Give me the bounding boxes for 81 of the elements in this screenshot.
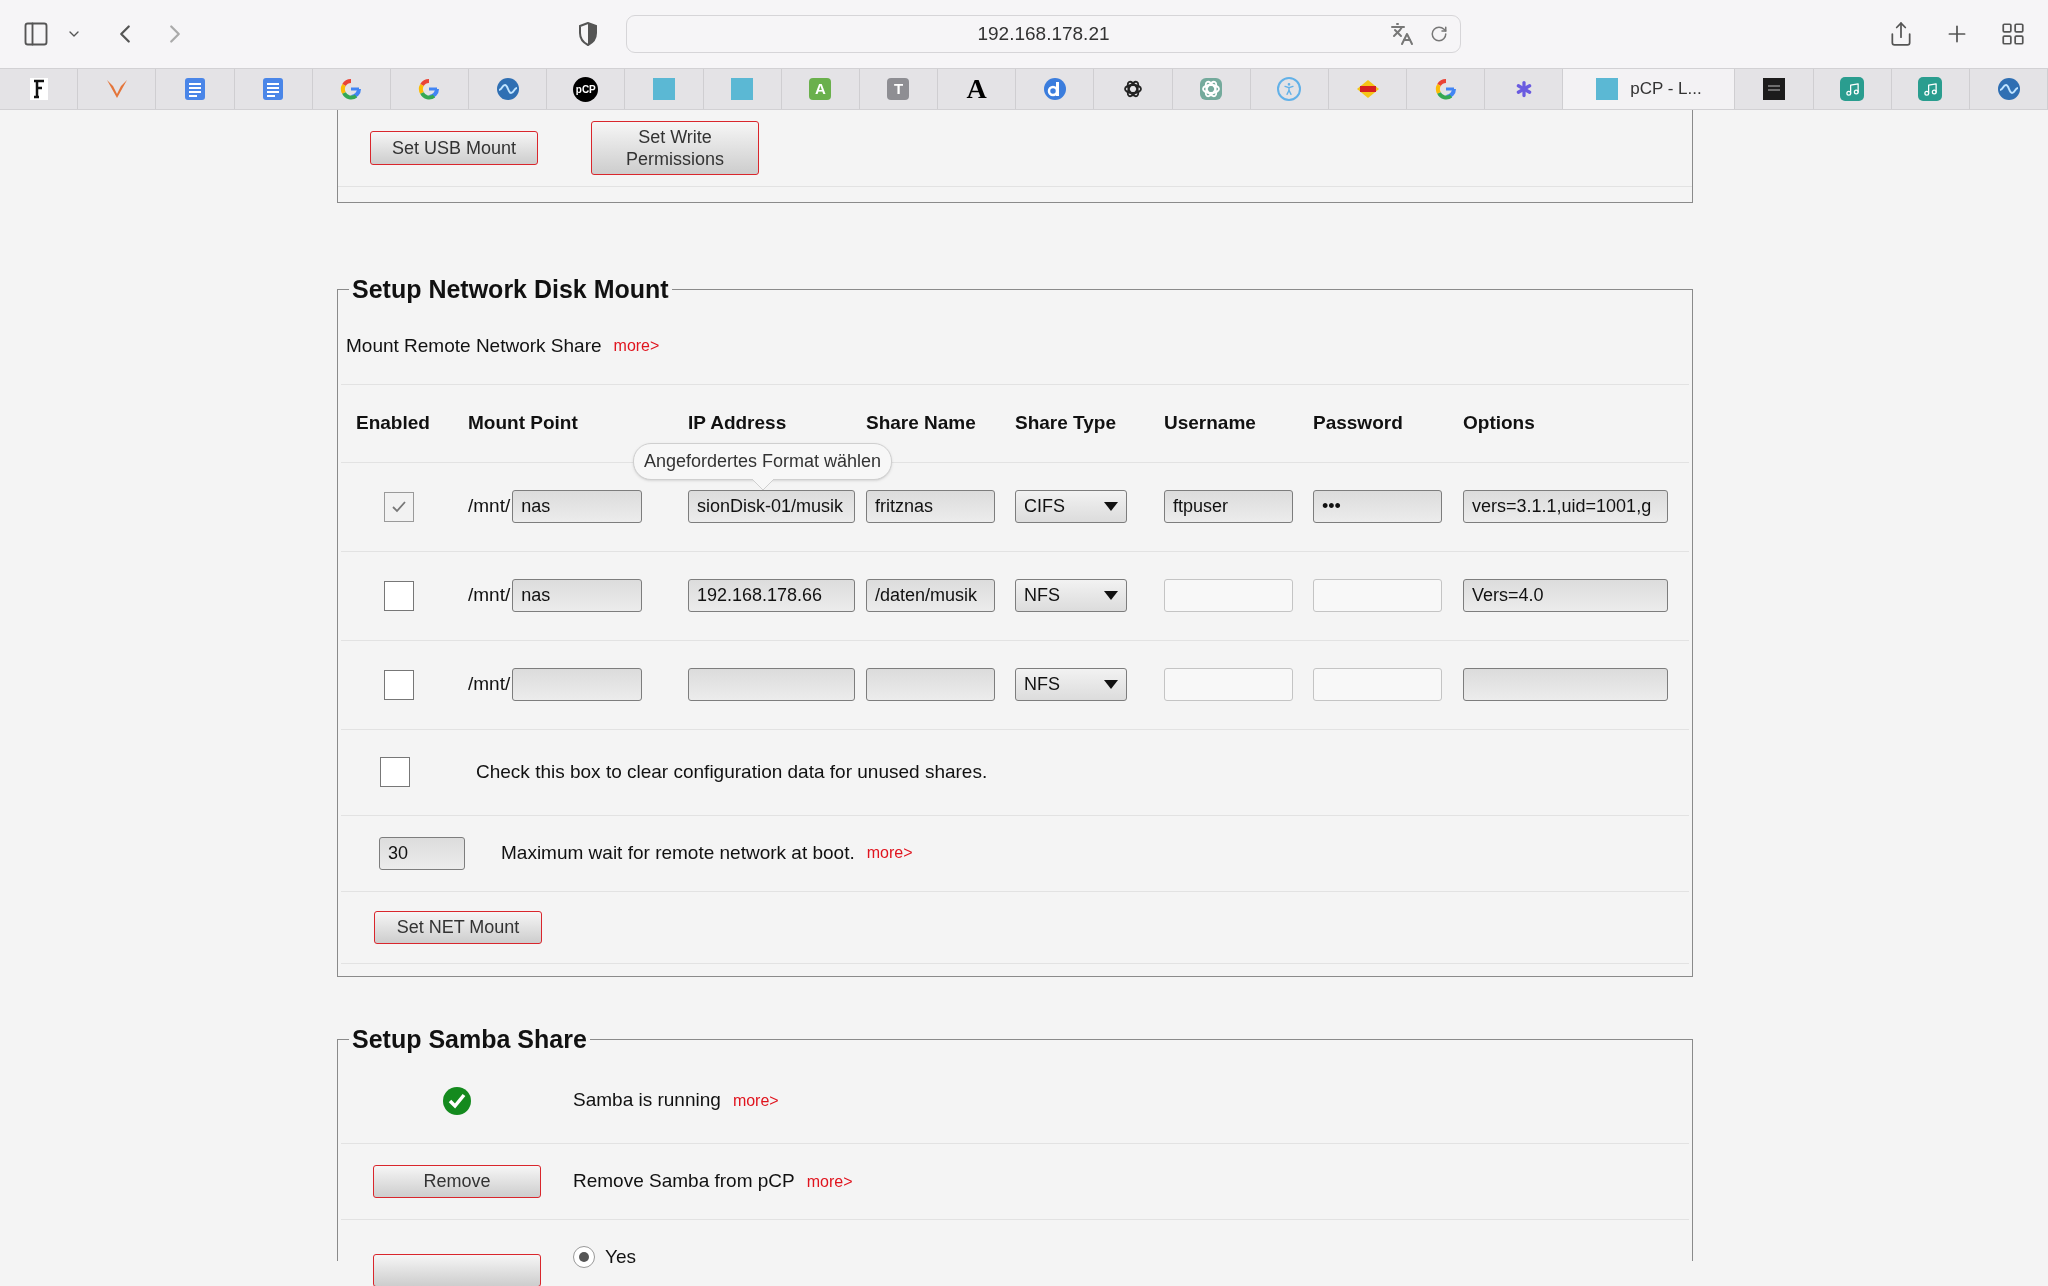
mount-prefix: /mnt/ [468,583,511,608]
checkbox[interactable] [384,580,414,611]
samba-status: Samba is running [573,1088,721,1113]
input-field[interactable]: 192.168.178.66 [688,579,855,612]
input-field[interactable]: /daten/musik [866,579,995,612]
document-icon [262,77,285,101]
checkbox[interactable] [380,757,410,787]
document-icon [183,77,206,101]
wave-icon [1996,77,2021,101]
wave-icon [495,77,520,101]
share-type-select[interactable]: NFS [1015,579,1127,612]
radio-button[interactable] [573,1246,595,1268]
letter-tile-icon: A [809,78,832,100]
remove-button[interactable]: Remove [373,1165,541,1198]
more-link[interactable]: more> [806,1169,853,1194]
input-field[interactable] [512,668,643,701]
translate-icon[interactable] [1390,22,1414,46]
input-field[interactable] [1463,668,1668,701]
person-icon [1277,77,1302,101]
input-field[interactable]: ftpuser [1164,490,1293,523]
input-field[interactable]: 30 [379,836,465,870]
input-field[interactable]: Vers=4.0 [1463,579,1668,612]
more-link[interactable]: more> [732,1088,779,1113]
g-ring-icon [418,78,441,100]
shield-icon[interactable] [578,22,598,46]
mount-prefix: /mnt/ [468,672,511,697]
share-type-select[interactable]: NFS [1015,668,1127,701]
tooltip-pointer [751,479,774,490]
input-field[interactable]: nas [512,490,643,523]
input-field[interactable] [866,668,995,701]
share-type-select[interactable]: CIFS [1015,490,1127,523]
checkbox[interactable] [384,669,414,700]
tab-overview-icon[interactable] [2000,21,2026,47]
sidebar-icon[interactable] [22,20,50,48]
music-icon [1918,77,1943,101]
checkbox[interactable] [384,491,414,522]
usb-action-button[interactable]: Set USB Mount [370,131,538,165]
share-icon[interactable] [1888,21,1914,47]
input-field[interactable]: nas [512,579,643,612]
column-header: Username [1164,410,1257,435]
caret-icon [1104,502,1118,511]
input-field[interactable]: sionDisk-01/musik [688,490,855,523]
input-field[interactable]: fritznas [866,490,995,523]
checkmark-icon [391,499,407,514]
clear-config-label: Check this box to clear configuration data for unused shares. [476,759,988,784]
address-bar[interactable]: 192.168.178.21 [626,15,1461,53]
caret-icon [1104,680,1118,689]
more-link[interactable]: more> [866,841,913,865]
action-button[interactable] [373,1254,541,1286]
browser-tab[interactable]: pCP - L... [1563,69,1736,109]
g-ring-icon [340,78,363,100]
letter-icon: A [966,75,987,103]
letter-tile-icon: T [887,78,910,100]
column-header: Share Type [1015,410,1118,435]
wait-description: Maximum wait for remote network at boot. [501,840,855,865]
column-header: Mount Point [468,410,579,435]
music-icon [1840,77,1865,101]
g-ring-icon [1434,78,1457,100]
reload-icon[interactable] [1430,25,1448,43]
caret-icon [1104,591,1118,600]
section-description: Mount Remote Network Share [346,333,602,358]
browser-tab[interactable]: pCP [547,69,626,109]
column-header: Password [1313,410,1404,435]
input-field[interactable]: vers=3.1.1,uid=1001,g [1463,490,1668,523]
badge-icon: pCP [573,76,599,102]
fraktur-f-icon [27,77,50,101]
column-header: Options [1463,410,1536,435]
set-net-mount-button[interactable]: Set NET Mount [374,910,542,944]
input-field[interactable] [688,668,855,701]
mount-prefix: /mnt/ [468,494,511,519]
info-icon [1042,77,1067,101]
column-header: IP Address [688,410,788,435]
column-header: Share Name [866,410,977,435]
bird-icon [104,78,129,100]
column-header: Enabled [356,410,431,435]
input-field[interactable]: ••• [1313,490,1442,523]
dark-square-icon [1763,78,1785,100]
browser-tab[interactable]: A [938,69,1017,109]
remove-description: Remove Samba from pCP [573,1169,795,1194]
more-link[interactable]: more> [613,334,660,358]
usb-action-button[interactable]: Set Write Permissions [591,121,759,175]
